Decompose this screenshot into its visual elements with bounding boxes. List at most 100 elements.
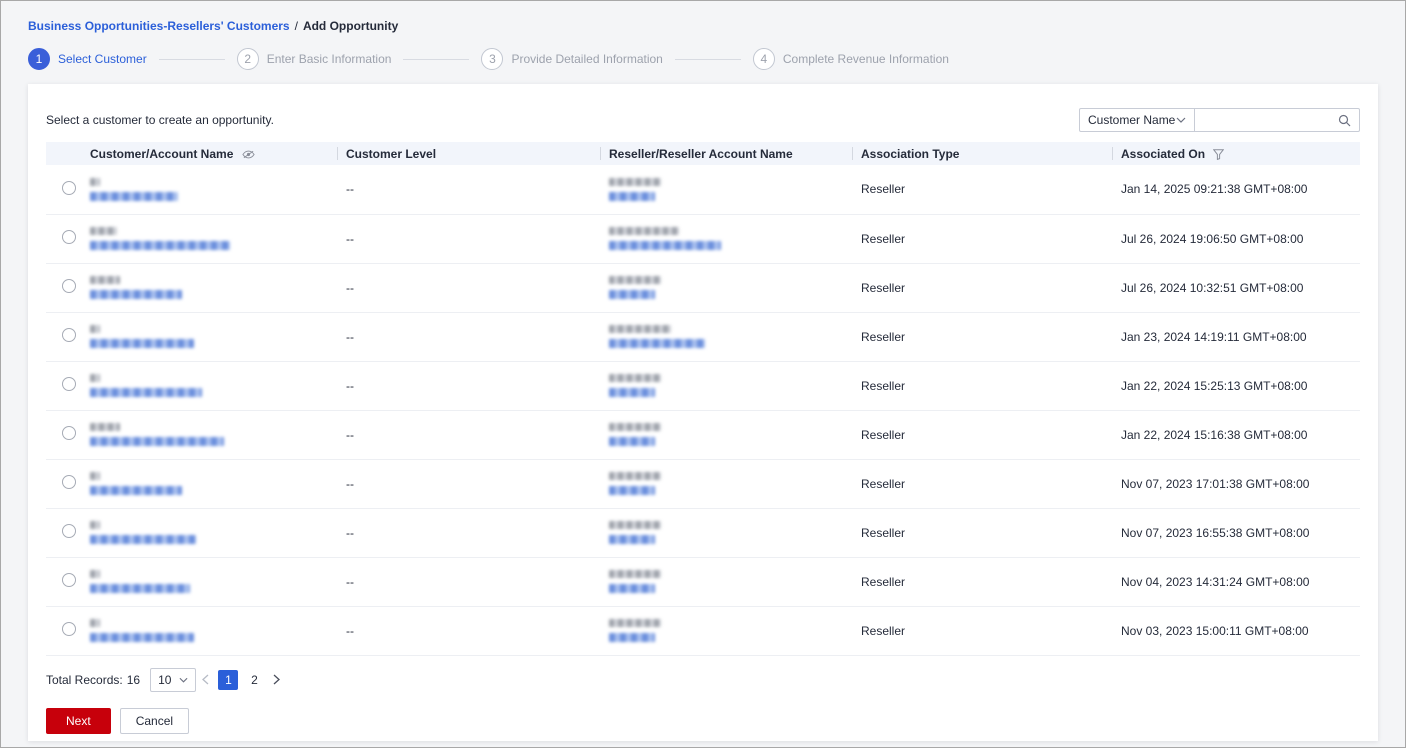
reseller-name-text <box>609 325 671 333</box>
row-radio-button[interactable] <box>62 622 76 636</box>
row-radio-button[interactable] <box>62 475 76 489</box>
association-type-cell: Reseller <box>853 263 1113 313</box>
customer-name-secondary-text <box>90 177 100 186</box>
chevron-down-icon <box>1176 117 1186 123</box>
radio-column-header <box>46 142 82 165</box>
reseller-name-cell <box>601 557 853 607</box>
next-page-button[interactable] <box>273 674 281 685</box>
radio-cell <box>46 459 82 509</box>
filter-funnel-icon[interactable] <box>1213 149 1225 160</box>
search-icon[interactable] <box>1338 114 1351 127</box>
customer-name-cell <box>82 557 338 607</box>
customer-name-link[interactable] <box>90 388 202 397</box>
customer-name-link[interactable] <box>90 339 194 348</box>
page-button-1[interactable]: 1 <box>218 669 239 690</box>
page-button-2[interactable]: 2 <box>244 670 264 690</box>
column-label: Association Type <box>861 146 960 161</box>
customer-name-link[interactable] <box>90 191 178 201</box>
column-customer-level: Customer Level <box>338 142 601 165</box>
reseller-account-link[interactable] <box>609 633 655 642</box>
association-type-cell: Reseller <box>853 410 1113 460</box>
search-input[interactable] <box>1203 112 1338 128</box>
association-type-cell: Reseller <box>853 214 1113 264</box>
redacted-text-block <box>609 177 845 201</box>
associated-on-cell: Jan 22, 2024 15:16:38 GMT+08:00 <box>1113 410 1360 460</box>
redacted-text-block <box>609 619 845 642</box>
row-radio-button[interactable] <box>62 279 76 293</box>
table-row: -- Reseller Jan 22, 2024 15:25:13 GMT+08:0… <box>46 361 1360 411</box>
customer-name-cell <box>82 165 338 215</box>
reseller-account-link[interactable] <box>609 486 655 495</box>
customer-name-link[interactable] <box>90 535 196 544</box>
column-label: Customer Level <box>346 146 437 161</box>
table-row: -- Reseller Nov 07, 2023 16:55:38 GMT+08:0… <box>46 508 1360 558</box>
step-label: Complete Revenue Information <box>782 52 949 66</box>
step-4: 4 Complete Revenue Information <box>752 48 949 70</box>
step-label: Enter Basic Information <box>266 52 392 66</box>
customer-name-link[interactable] <box>90 290 182 299</box>
customer-name-cell <box>82 606 338 656</box>
search-combo: Customer Name <box>1079 108 1360 132</box>
eye-icon[interactable] <box>242 150 255 159</box>
customer-name-cell <box>82 459 338 509</box>
table-row: -- Reseller Nov 07, 2023 17:01:38 GMT+08:0… <box>46 459 1360 509</box>
reseller-name-cell <box>601 165 853 215</box>
row-radio-button[interactable] <box>62 180 76 195</box>
association-type-cell: Reseller <box>853 312 1113 362</box>
reseller-account-link[interactable] <box>609 388 655 397</box>
table-row: -- Reseller Nov 04, 2023 14:31:24 GMT+08:0… <box>46 557 1360 607</box>
customer-name-secondary-text <box>90 325 100 333</box>
reseller-account-link[interactable] <box>609 584 655 593</box>
reseller-name-text <box>609 521 661 529</box>
radio-cell <box>46 557 82 607</box>
customer-name-secondary-text <box>90 227 117 235</box>
chevron-down-icon <box>179 677 188 683</box>
associated-on-cell: Nov 03, 2023 15:00:11 GMT+08:00 <box>1113 606 1360 656</box>
reseller-account-link[interactable] <box>609 535 655 544</box>
customer-name-link[interactable] <box>90 437 224 446</box>
redacted-text-block <box>90 472 330 495</box>
customer-name-link[interactable] <box>90 241 230 250</box>
prev-page-button[interactable] <box>202 674 209 685</box>
chevron-right-icon <box>273 674 281 685</box>
step-label: Select Customer <box>58 52 147 66</box>
search-filter-select[interactable]: Customer Name <box>1079 108 1195 132</box>
customer-level-cell: -- <box>338 606 601 656</box>
associated-on-cell: Nov 04, 2023 14:31:24 GMT+08:00 <box>1113 557 1360 607</box>
customer-name-link[interactable] <box>90 633 194 642</box>
customer-name-secondary-text <box>90 521 100 529</box>
cancel-button[interactable]: Cancel <box>119 707 190 734</box>
column-label: Associated On <box>1121 146 1206 161</box>
search-filter-value: Customer Name <box>1088 113 1176 127</box>
reseller-name-cell <box>601 410 853 460</box>
customer-name-secondary-text <box>90 472 100 480</box>
association-type-cell: Reseller <box>853 557 1113 607</box>
customer-name-cell <box>82 410 338 460</box>
row-radio-button[interactable] <box>62 230 76 244</box>
customer-name-cell <box>82 508 338 558</box>
association-type-cell: Reseller <box>853 606 1113 656</box>
reseller-account-link[interactable] <box>609 437 655 446</box>
row-radio-button[interactable] <box>62 377 76 391</box>
reseller-account-link[interactable] <box>609 290 655 299</box>
breadcrumb: Business Opportunities-Resellers' Custom… <box>28 19 1378 33</box>
row-radio-button[interactable] <box>62 426 76 440</box>
customer-name-link[interactable] <box>90 584 190 593</box>
table-row: -- Reseller Jan 14, 2025 09:21:38 GMT+08:0… <box>46 165 1360 215</box>
page-size-select[interactable]: 10 <box>150 667 197 692</box>
customer-name-link[interactable] <box>90 486 182 495</box>
customer-level-cell: -- <box>338 312 601 362</box>
step-number-badge: 1 <box>28 48 50 70</box>
redacted-text-block <box>609 570 845 593</box>
reseller-account-link[interactable] <box>609 191 655 201</box>
reseller-account-link[interactable] <box>609 241 721 250</box>
redacted-text-block <box>90 423 330 446</box>
row-radio-button[interactable] <box>62 524 76 538</box>
breadcrumb-parent-link[interactable]: Business Opportunities-Resellers' Custom… <box>28 19 290 33</box>
next-button[interactable]: Next <box>46 707 111 734</box>
associated-on-cell: Nov 07, 2023 16:55:38 GMT+08:00 <box>1113 508 1360 558</box>
reseller-account-link[interactable] <box>609 339 705 348</box>
row-radio-button[interactable] <box>62 573 76 587</box>
redacted-text-block <box>90 570 330 593</box>
row-radio-button[interactable] <box>62 328 76 342</box>
